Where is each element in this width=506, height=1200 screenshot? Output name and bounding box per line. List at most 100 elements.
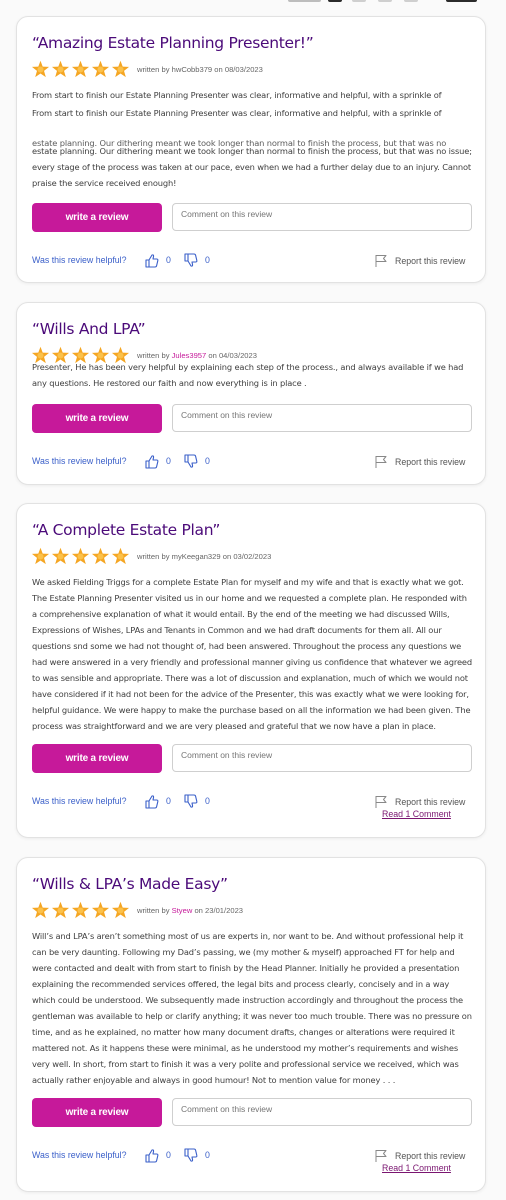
star-icon <box>71 547 90 565</box>
on-label: on <box>222 552 232 561</box>
star-icon <box>31 901 50 919</box>
helpful-label: Was this review helpful? <box>32 796 127 806</box>
report-review-link[interactable]: Report this review <box>395 256 465 266</box>
write-review-button[interactable]: write a review <box>32 1098 162 1127</box>
review-body-paragraph: We asked Fielding Triggs for a complete … <box>32 577 472 731</box>
helpful-label: Was this review helpful? <box>32 255 127 265</box>
review-date: 08/03/2023 <box>224 65 263 74</box>
helpful-row: Was this review helpful? 0 0 Report this… <box>32 253 472 269</box>
review-meta: written by hwCobb379 on 08/03/2023 <box>137 65 263 74</box>
star-icon <box>51 60 70 78</box>
helpful-row: Was this review helpful? 0 0 Report this… <box>32 794 472 810</box>
comment-input[interactable] <box>172 203 472 231</box>
top-pagination-strip <box>0 0 506 6</box>
helpful-label: Was this review helpful? <box>32 456 127 466</box>
star-icon <box>111 60 130 78</box>
review-body: We asked Fielding Triggs for a complete … <box>32 574 472 734</box>
comment-input[interactable] <box>172 744 472 772</box>
star-rating <box>31 547 130 566</box>
review-date: 23/01/2023 <box>205 906 244 915</box>
dislikes-count: 0 <box>205 796 210 806</box>
review-body-paragraph: Presenter, He has been very helpful by e… <box>32 362 464 388</box>
comment-input[interactable] <box>172 1098 472 1126</box>
flag-icon[interactable] <box>374 254 388 268</box>
thumbs-up-icon[interactable] <box>144 454 159 469</box>
review-body-paragraph: Will’s and LPA’s aren’t something most o… <box>32 931 472 1085</box>
star-rating <box>31 901 130 920</box>
review-body-line: From start to finish our Estate Planning… <box>32 90 442 100</box>
write-review-button[interactable]: write a review <box>32 404 162 433</box>
star-icon <box>51 547 70 565</box>
comment-input[interactable] <box>172 404 472 432</box>
star-icon <box>91 901 110 919</box>
pagination-control[interactable] <box>446 0 477 2</box>
review-body-line: From start to finish our Estate Planning… <box>32 108 442 118</box>
write-review-button[interactable]: write a review <box>32 744 162 773</box>
star-icon <box>31 547 50 565</box>
star-icon <box>91 60 110 78</box>
thumbs-down-icon[interactable] <box>183 1148 198 1163</box>
star-icon <box>91 547 110 565</box>
review-body: Will’s and LPA’s aren’t something most o… <box>32 928 472 1088</box>
review-card: “Wills And LPA” written by Jules3957 on … <box>16 302 486 485</box>
star-icon <box>51 901 70 919</box>
written-by-label: written by <box>137 552 170 561</box>
review-meta: written by Styew on 23/01/2023 <box>137 906 243 915</box>
helpful-label: Was this review helpful? <box>32 1150 127 1160</box>
written-by-label: written by <box>137 906 170 915</box>
review-body: Presenter, He has been very helpful by e… <box>32 357 472 389</box>
star-icon <box>111 547 130 565</box>
pagination-control[interactable] <box>328 0 342 2</box>
likes-count: 0 <box>166 255 171 265</box>
flag-icon[interactable] <box>374 455 388 469</box>
star-rating <box>31 60 130 79</box>
pagination-control[interactable] <box>288 0 321 2</box>
thumbs-down-icon[interactable] <box>183 454 198 469</box>
written-by-label: written by <box>137 65 170 74</box>
thumbs-down-icon[interactable] <box>183 253 198 268</box>
review-author: myKeegan329 <box>171 552 221 561</box>
review-card: “Wills & LPA’s Made Easy” written by Sty… <box>16 857 486 1192</box>
thumbs-down-icon[interactable] <box>183 794 198 809</box>
thumbs-up-icon[interactable] <box>144 1148 159 1163</box>
dislikes-count: 0 <box>205 255 210 265</box>
pagination-control[interactable] <box>404 0 418 2</box>
flag-icon[interactable] <box>374 1149 388 1163</box>
star-icon <box>71 60 90 78</box>
review-title: “Amazing Estate Planning Presenter!” <box>32 34 314 52</box>
read-comments-link[interactable]: Read 1 Comment <box>382 1163 451 1173</box>
star-icon <box>31 60 50 78</box>
report-review-link[interactable]: Report this review <box>395 1151 465 1161</box>
thumbs-up-icon[interactable] <box>144 253 159 268</box>
on-label: on <box>194 906 203 915</box>
helpful-row: Was this review helpful? 0 0 Report this… <box>32 454 472 470</box>
thumbs-up-icon[interactable] <box>144 794 159 809</box>
pagination-control[interactable] <box>352 0 366 2</box>
helpful-row: Was this review helpful? 0 0 Report this… <box>32 1148 472 1164</box>
report-review-link[interactable]: Report this review <box>395 797 465 807</box>
review-body-paragraph: estate planning. Our dithering meant we … <box>32 146 472 188</box>
report-review-link[interactable]: Report this review <box>395 457 465 467</box>
review-card: “A Complete Estate Plan” written by myKe… <box>16 503 486 838</box>
review-title: “Wills & LPA’s Made Easy” <box>32 875 228 893</box>
likes-count: 0 <box>166 796 171 806</box>
review-body: From start to finish our Estate Planning… <box>32 87 472 189</box>
likes-count: 0 <box>166 1150 171 1160</box>
review-card: “Amazing Estate Planning Presenter!” wri… <box>16 16 486 283</box>
dislikes-count: 0 <box>205 456 210 466</box>
dislikes-count: 0 <box>205 1150 210 1160</box>
review-author: hwCobb379 <box>171 65 213 74</box>
review-date: 03/02/2023 <box>233 552 272 561</box>
pagination-control[interactable] <box>378 0 392 2</box>
write-review-button[interactable]: write a review <box>32 203 162 232</box>
likes-count: 0 <box>166 456 171 466</box>
flag-icon[interactable] <box>374 795 388 809</box>
star-icon <box>111 901 130 919</box>
review-meta: written by myKeegan329 on 03/02/2023 <box>137 552 271 561</box>
review-author[interactable]: Styew <box>172 906 193 915</box>
review-title: “Wills And LPA” <box>32 320 146 338</box>
on-label: on <box>214 65 223 74</box>
star-icon <box>71 901 90 919</box>
review-title: “A Complete Estate Plan” <box>32 521 221 539</box>
read-comments-link[interactable]: Read 1 Comment <box>382 809 451 819</box>
